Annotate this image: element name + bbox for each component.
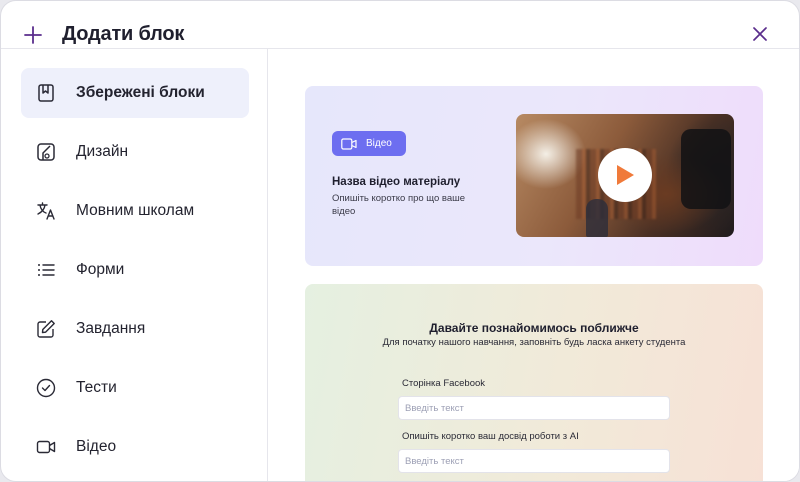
ai-experience-field-label: Опишіть коротко ваш досвід роботи з AI — [402, 431, 579, 442]
video-block-preview[interactable]: Відео Назва відео матеріалу Опишіть коро… — [305, 86, 763, 266]
design-icon — [37, 143, 55, 161]
play-icon — [617, 165, 634, 185]
bookmark-icon — [38, 84, 54, 102]
modal-title: Додати блок — [62, 23, 185, 45]
add-block-modal: Додати блок Збережені блоки Дизайн Мовни… — [0, 0, 800, 482]
sidebar-item-label: Тести — [76, 379, 117, 396]
check-circle-icon — [36, 378, 56, 398]
sidebar-item-label: Форми — [76, 261, 125, 278]
video-description: Опишіть коротко про що ваше відео — [332, 193, 466, 217]
sidebar-item-label: Завдання — [76, 320, 146, 337]
block-preview-area: Відео Назва відео матеріалу Опишіть коро… — [269, 49, 799, 481]
video-badge-label: Відео — [366, 138, 392, 149]
thumbnail-person — [586, 199, 608, 237]
edit-icon — [37, 320, 55, 338]
sidebar-item-forms[interactable]: Форми — [21, 245, 249, 295]
play-button[interactable] — [598, 148, 652, 202]
close-icon[interactable] — [751, 25, 769, 43]
block-categories-sidebar: Збережені блоки Дизайн Мовним школам Фор… — [1, 49, 268, 481]
translate-icon — [37, 202, 55, 220]
video-badge: Відео — [332, 131, 406, 156]
sidebar-item-tasks[interactable]: Завдання — [21, 304, 249, 354]
form-block-preview[interactable]: Давайте познайомимось поближче Для почат… — [305, 284, 763, 481]
video-icon — [36, 440, 56, 454]
list-icon — [38, 264, 55, 276]
video-icon — [341, 137, 357, 150]
form-title: Давайте познайомимось поближче — [429, 321, 639, 335]
sidebar-item-saved-blocks[interactable]: Збережені блоки — [21, 68, 249, 118]
ai-experience-input[interactable] — [398, 449, 670, 473]
sidebar-item-tests[interactable]: Тести — [21, 363, 249, 413]
sidebar-item-design[interactable]: Дизайн — [21, 127, 249, 177]
sidebar-item-label: Відео — [76, 438, 117, 455]
sidebar-item-video[interactable]: Відео — [21, 422, 249, 472]
thumbnail-camera — [681, 129, 731, 209]
plus-icon — [24, 26, 42, 44]
sidebar-item-label: Збережені блоки — [76, 84, 205, 101]
video-thumbnail — [516, 114, 734, 237]
facebook-field-label: Сторінка Facebook — [402, 378, 486, 389]
sidebar-item-label: Дизайн — [76, 143, 129, 160]
facebook-input[interactable] — [398, 396, 670, 420]
form-subtitle: Для початку нашого навчання, заповніть б… — [382, 337, 686, 348]
video-title: Назва відео матеріалу — [332, 176, 461, 188]
sidebar-item-label: Мовним школам — [76, 202, 195, 219]
modal-header: Додати блок — [1, 1, 799, 49]
sidebar-item-language-schools[interactable]: Мовним школам — [21, 186, 249, 236]
